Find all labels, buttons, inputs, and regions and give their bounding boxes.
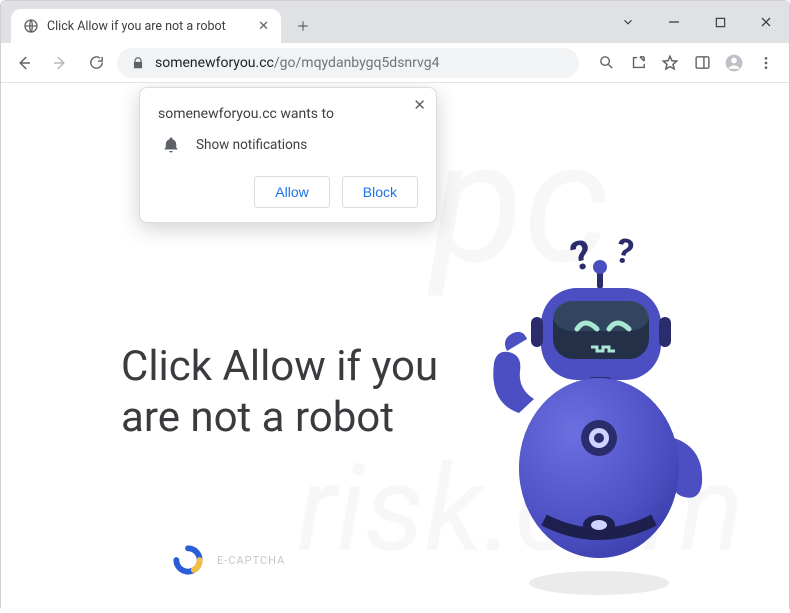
svg-text:?: ? bbox=[612, 233, 637, 273]
forward-button bbox=[45, 48, 75, 78]
block-button[interactable]: Block bbox=[342, 176, 418, 208]
forward-arrow-icon bbox=[51, 54, 69, 72]
tab-close-icon[interactable]: ✕ bbox=[258, 19, 269, 34]
address-bar[interactable]: somenewforyou.cc/go/mqydanbygq5dsnrvg4 bbox=[117, 48, 579, 78]
bookmark-button[interactable] bbox=[655, 48, 685, 78]
page-headline: Click Allow if you are not a robot bbox=[121, 341, 441, 443]
captcha-badge: E-CAPTCHA bbox=[173, 545, 285, 575]
allow-button[interactable]: Allow bbox=[254, 176, 329, 208]
magnifier-icon bbox=[598, 54, 615, 71]
plus-icon bbox=[296, 19, 310, 33]
url-domain: somenewforyou.cc bbox=[155, 55, 274, 71]
side-panel-icon bbox=[694, 54, 711, 71]
chrome-menu-button[interactable] bbox=[751, 48, 781, 78]
globe-icon bbox=[23, 18, 39, 34]
browser-tab[interactable]: Click Allow if you are not a robot ✕ bbox=[11, 9, 281, 43]
back-arrow-icon bbox=[15, 54, 33, 72]
notification-permission-dialog: ✕ somenewforyou.cc wants to Show notific… bbox=[139, 87, 437, 223]
dialog-title: somenewforyou.cc wants to bbox=[158, 106, 418, 122]
tab-search-button[interactable] bbox=[605, 1, 651, 43]
svg-text:?: ? bbox=[566, 233, 595, 281]
kebab-menu-icon bbox=[758, 55, 774, 71]
lock-icon bbox=[131, 56, 145, 70]
toolbar: somenewforyou.cc/go/mqydanbygq5dsnrvg4 bbox=[1, 43, 789, 83]
star-icon bbox=[661, 54, 679, 72]
side-panel-button[interactable] bbox=[687, 48, 717, 78]
maximize-icon bbox=[715, 17, 726, 28]
minimize-icon bbox=[668, 16, 680, 28]
window-close-button[interactable] bbox=[743, 1, 789, 43]
reload-button[interactable] bbox=[81, 48, 111, 78]
zoom-button[interactable] bbox=[591, 48, 621, 78]
url-path: /go/mqydanbygq5dsnrvg4 bbox=[274, 55, 440, 71]
chevron-down-icon bbox=[621, 15, 635, 29]
dialog-close-button[interactable]: ✕ bbox=[413, 96, 426, 114]
minimize-button[interactable] bbox=[651, 1, 697, 43]
new-tab-button[interactable] bbox=[289, 12, 317, 40]
captcha-label: E-CAPTCHA bbox=[217, 554, 285, 567]
tab-title: Click Allow if you are not a robot bbox=[47, 19, 226, 34]
close-icon bbox=[760, 16, 772, 28]
maximize-button[interactable] bbox=[697, 1, 743, 43]
bell-icon bbox=[162, 136, 180, 154]
profile-button[interactable] bbox=[719, 48, 749, 78]
profile-icon bbox=[724, 53, 744, 73]
titlebar: Click Allow if you are not a robot ✕ bbox=[1, 1, 789, 43]
page-viewport: pc risk.com ? ? bbox=[1, 83, 789, 613]
back-button[interactable] bbox=[9, 48, 39, 78]
share-icon bbox=[630, 54, 647, 71]
robot-illustration: ? ? bbox=[449, 233, 749, 603]
permission-item-label: Show notifications bbox=[196, 137, 307, 153]
window-controls bbox=[605, 1, 789, 43]
captcha-logo-icon bbox=[173, 545, 203, 575]
share-button[interactable] bbox=[623, 48, 653, 78]
reload-icon bbox=[88, 54, 105, 71]
